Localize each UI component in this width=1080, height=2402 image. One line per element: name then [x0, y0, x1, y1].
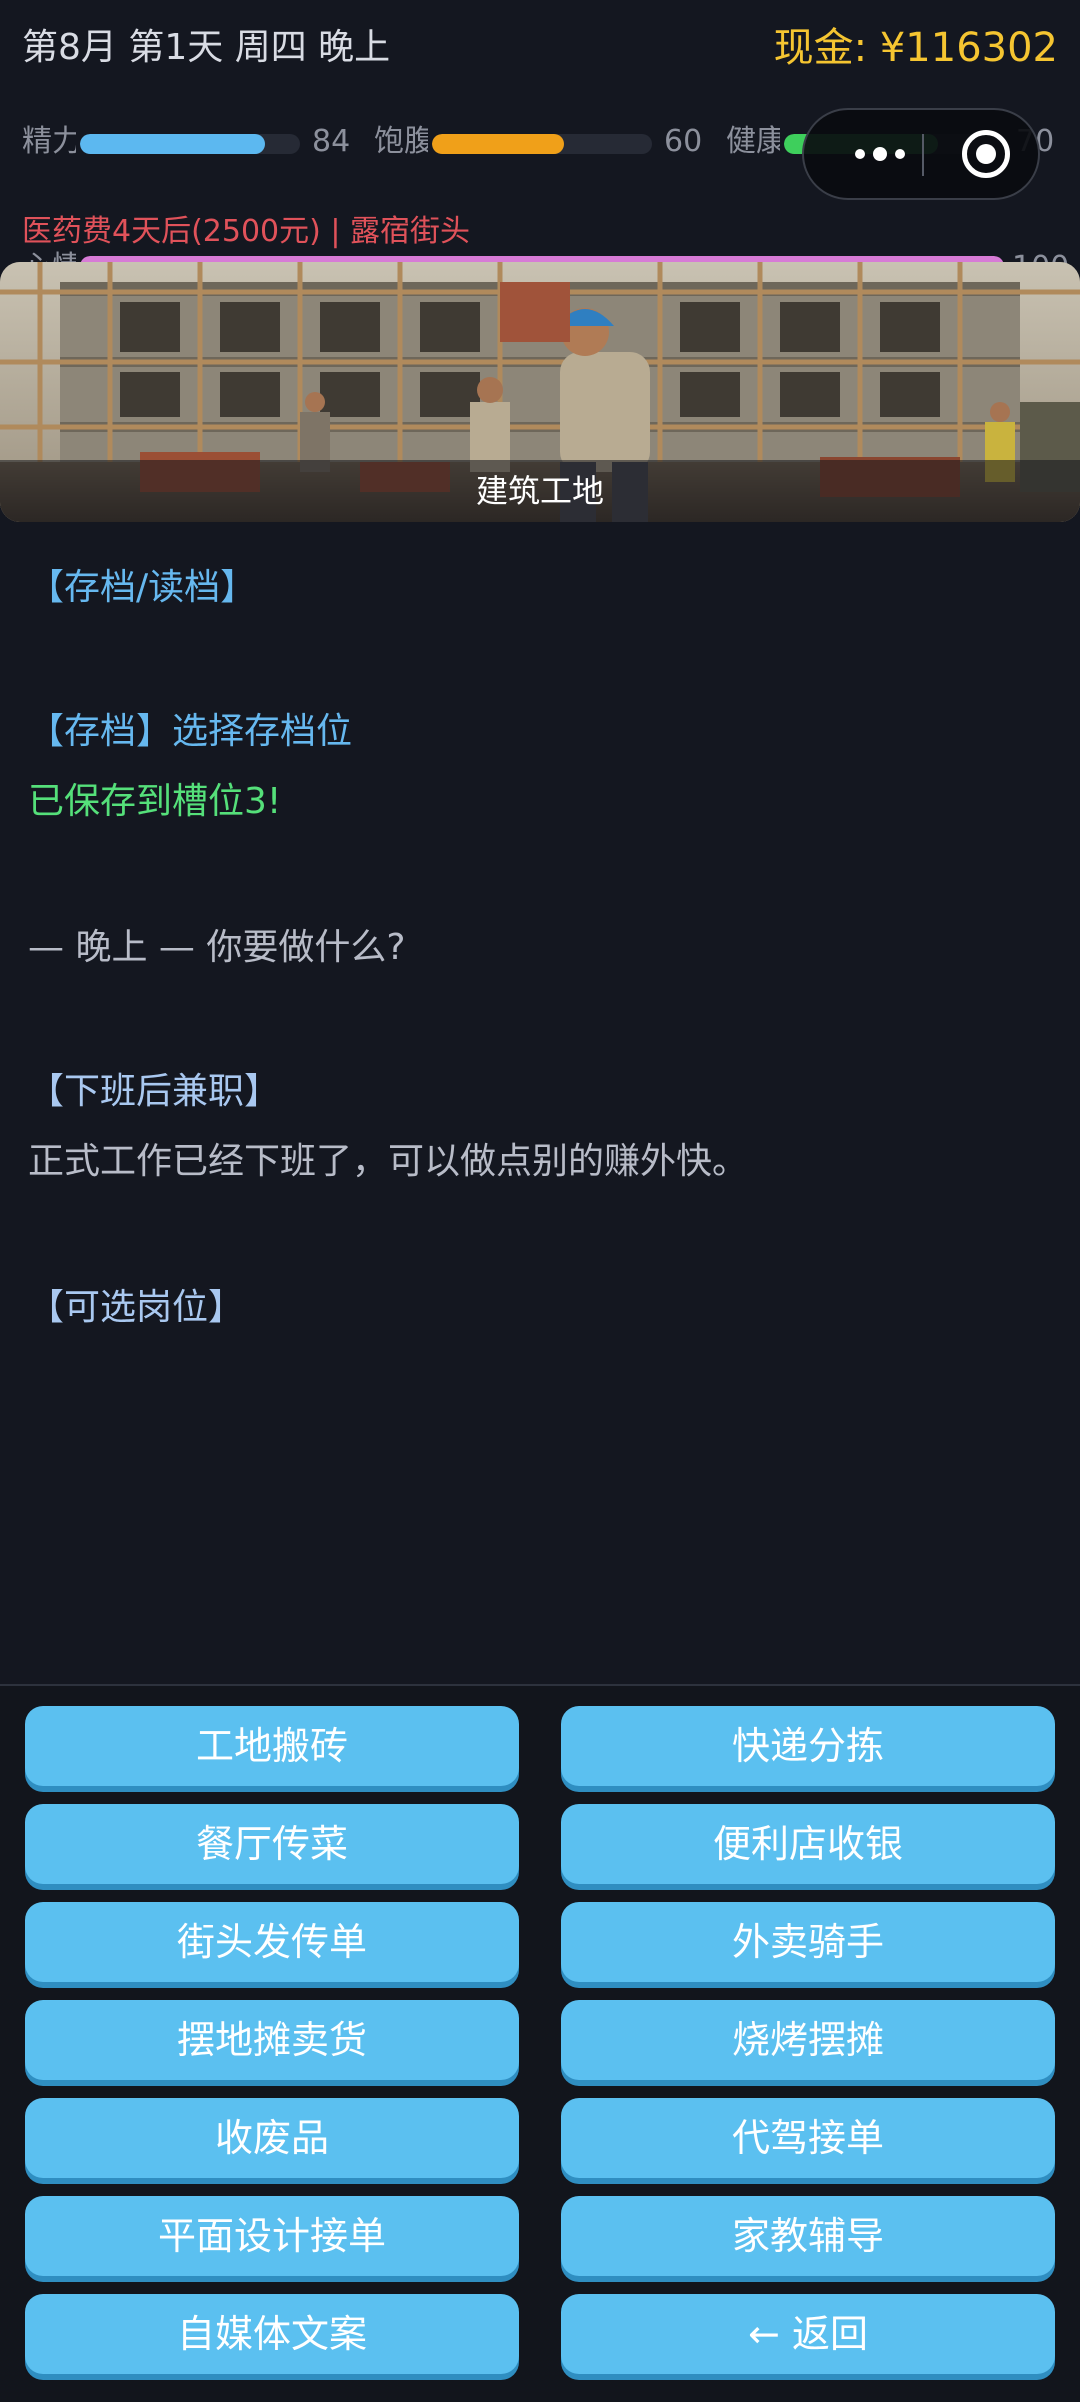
status-header: 第8月 第1天 周四 晚上 现金: ¥116302 精力 84 饱腹 60 健康… — [0, 0, 1080, 266]
stat-energy-fill — [80, 134, 265, 154]
stat-energy-value: 84 — [312, 124, 351, 159]
job-button-designated-driver[interactable]: 代驾接单 — [561, 2098, 1055, 2178]
job-button-restaurant-server[interactable]: 餐厅传菜 — [25, 1804, 519, 1884]
log-line: 【下班后兼职】 — [28, 1071, 281, 1112]
more-dots-icon[interactable] — [838, 110, 922, 198]
stat-fullness-value: 60 — [664, 124, 703, 159]
miniprogram-capsule — [802, 108, 1040, 200]
stat-fullness-label: 饱腹 — [374, 124, 428, 159]
capsule-divider — [922, 134, 924, 176]
job-button-store-cashier[interactable]: 便利店收银 — [561, 1804, 1055, 1884]
stat-health-label: 健康 — [726, 124, 780, 159]
scene-image: 建筑工地 — [0, 262, 1080, 522]
log-line: — 晚上 — 你要做什么? — [28, 927, 406, 968]
log-line: 【存档】选择存档位 — [28, 711, 353, 752]
job-button-street-stall[interactable]: 摆地摊卖货 — [25, 2000, 519, 2080]
stat-fullness-fill — [432, 134, 564, 154]
action-panel: 工地搬砖 快递分拣 餐厅传菜 便利店收银 街头发传单 外卖骑手 摆地摊卖货 烧烤… — [0, 1684, 1080, 2402]
back-button[interactable]: ← 返回 — [561, 2294, 1055, 2374]
stat-fullness-bar — [432, 134, 652, 154]
cash-display: 现金: ¥116302 — [773, 25, 1058, 71]
scene-caption: 建筑工地 — [475, 472, 604, 510]
game-date: 第8月 第1天 周四 晚上 — [22, 27, 391, 68]
stat-energy: 精力 84 — [22, 118, 362, 170]
stat-energy-bar — [80, 134, 300, 154]
job-button-bbq-stall[interactable]: 烧烤摆摊 — [561, 2000, 1055, 2080]
target-close-icon[interactable] — [962, 130, 1010, 178]
log-line: 【可选岗位】 — [28, 1287, 245, 1328]
job-button-parcel-sorting[interactable]: 快递分拣 — [561, 1706, 1055, 1786]
stat-fullness: 饱腹 60 — [374, 118, 714, 170]
log-line: 【存档/读档】 — [28, 567, 257, 608]
stat-energy-label: 精力 — [22, 124, 76, 159]
job-button-delivery-rider[interactable]: 外卖骑手 — [561, 1902, 1055, 1982]
job-button-graphic-design[interactable]: 平面设计接单 — [25, 2196, 519, 2276]
job-button-brick-carrying[interactable]: 工地搬砖 — [25, 1706, 519, 1786]
log-line: 正式工作已经下班了，可以做点别的赚外快。 — [28, 1141, 749, 1182]
job-button-media-copywriting[interactable]: 自媒体文案 — [25, 2294, 519, 2374]
job-button-flyer-distribution[interactable]: 街头发传单 — [25, 1902, 519, 1982]
log-line: 已保存到槽位3! — [28, 781, 282, 822]
job-button-tutoring[interactable]: 家教辅导 — [561, 2196, 1055, 2276]
job-button-scrap-collecting[interactable]: 收废品 — [25, 2098, 519, 2178]
